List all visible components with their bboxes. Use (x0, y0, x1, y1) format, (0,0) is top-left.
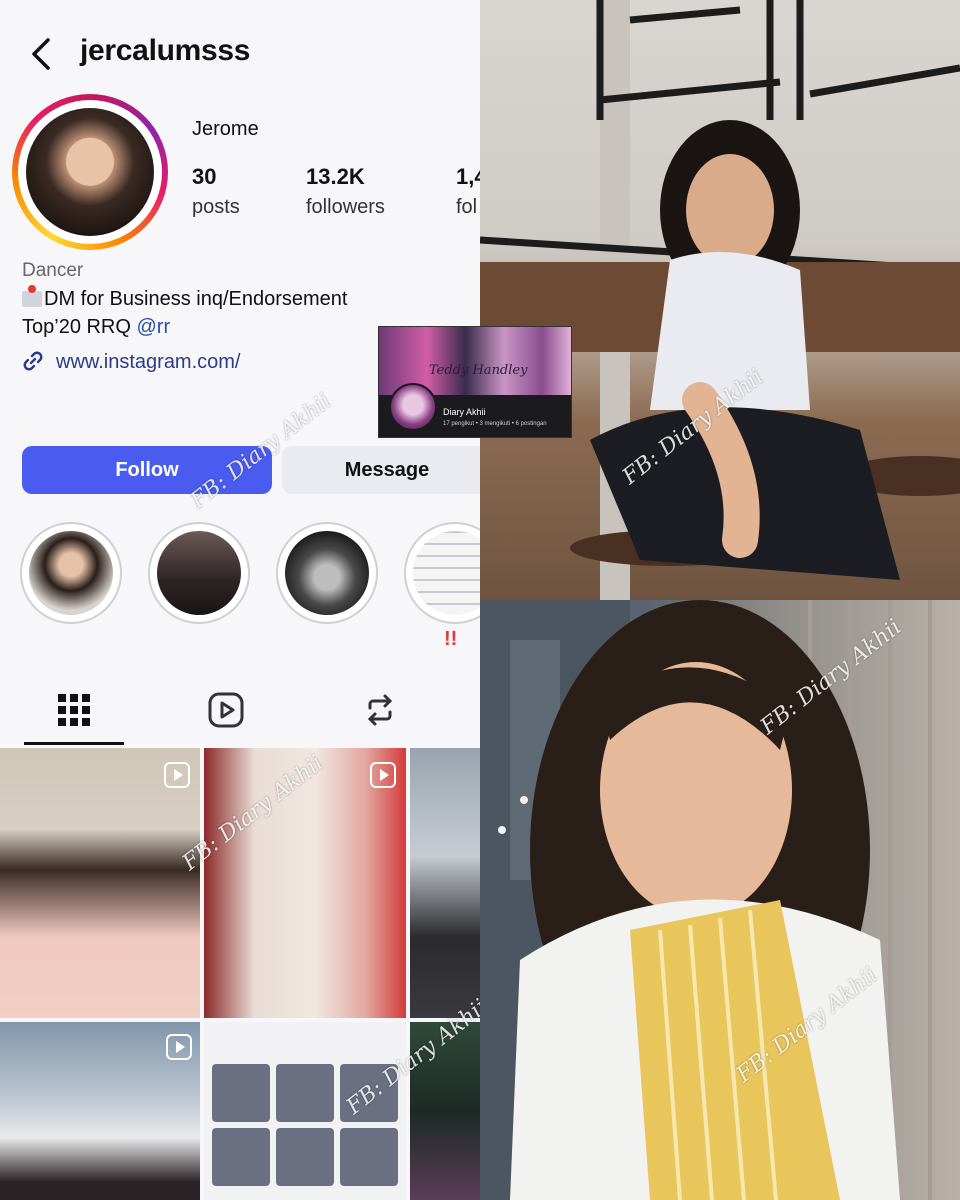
posts-count[interactable]: 30 posts (192, 164, 240, 219)
inset-avatar (389, 383, 437, 431)
profile-website-link[interactable]: www.instagram.com/ (22, 350, 241, 374)
following-count-label: fol (456, 196, 478, 218)
profile-category: Dancer (22, 260, 84, 281)
photo-top-right: FB: Diary Akhii (480, 0, 960, 600)
profile-bio-line-1: DM for Business inq/Endorsement (22, 285, 348, 311)
tagged-repost-icon[interactable] (360, 690, 400, 730)
selfie-scene (480, 600, 932, 1200)
post-tile-5[interactable] (204, 1022, 406, 1200)
link-icon (23, 351, 43, 371)
message-button[interactable]: Message (282, 446, 480, 494)
alert-marks: !! (444, 628, 458, 650)
website-url: www.instagram.com/ (56, 351, 241, 373)
post-tile-3[interactable] (410, 748, 480, 1018)
photo-bottom-right: FB: Diary Akhii FB: Diary Akhii (480, 600, 960, 1200)
active-tab-indicator (24, 742, 124, 745)
profile-display-name: Jerome (192, 118, 259, 140)
grid-icon[interactable] (54, 690, 94, 730)
post-tile-4[interactable] (0, 1022, 200, 1200)
story-highlight-2[interactable] (148, 522, 250, 624)
bio-text-1: DM for Business inq/Endorsement (44, 288, 348, 310)
profile-username: jercalumsss (80, 34, 251, 67)
incoming-mail-icon (22, 285, 42, 307)
instagram-profile-screenshot: jercalumsss Jerome 30 posts 13.2K follow… (0, 0, 480, 1200)
back-arrow-icon[interactable] (26, 36, 56, 72)
posts-count-label: posts (192, 196, 240, 218)
story-highlight-4[interactable] (404, 522, 480, 624)
reel-badge-icon (166, 1034, 192, 1060)
inset-page-meta: 17 pengikut • 3 mengikuti • 6 postingan (443, 421, 547, 427)
followers-count-value: 13.2K (306, 164, 365, 189)
post-tile-1[interactable] (0, 748, 200, 1018)
profile-bio-line-2: Top’20 RRQ @rr (22, 316, 170, 339)
facebook-page-inset-card[interactable]: Teddy Handley Diary Akhii 17 pengikut • … (378, 326, 572, 438)
cafe-shelf-scene (480, 0, 960, 600)
followers-count-label: followers (306, 196, 385, 218)
inset-page-name: Diary Akhii (443, 407, 486, 417)
inset-banner-text: Teddy Handley (429, 363, 528, 378)
story-highlight-3[interactable] (276, 522, 378, 624)
reel-badge-icon (370, 762, 396, 788)
bio-text-2: Top’20 RRQ (22, 316, 137, 338)
profile-avatar[interactable] (12, 94, 168, 250)
posts-count-value: 30 (192, 164, 217, 189)
reels-icon[interactable] (206, 690, 246, 730)
story-highlight-1[interactable] (20, 522, 122, 624)
following-count-value: 1,4 (456, 164, 480, 189)
followers-count[interactable]: 13.2K followers (306, 164, 385, 219)
following-count[interactable]: 1,4 fol (456, 164, 480, 219)
photo-collage-thumbnails (212, 1064, 398, 1186)
bio-mention-link[interactable]: @rr (137, 316, 171, 338)
reel-badge-icon (164, 762, 190, 788)
